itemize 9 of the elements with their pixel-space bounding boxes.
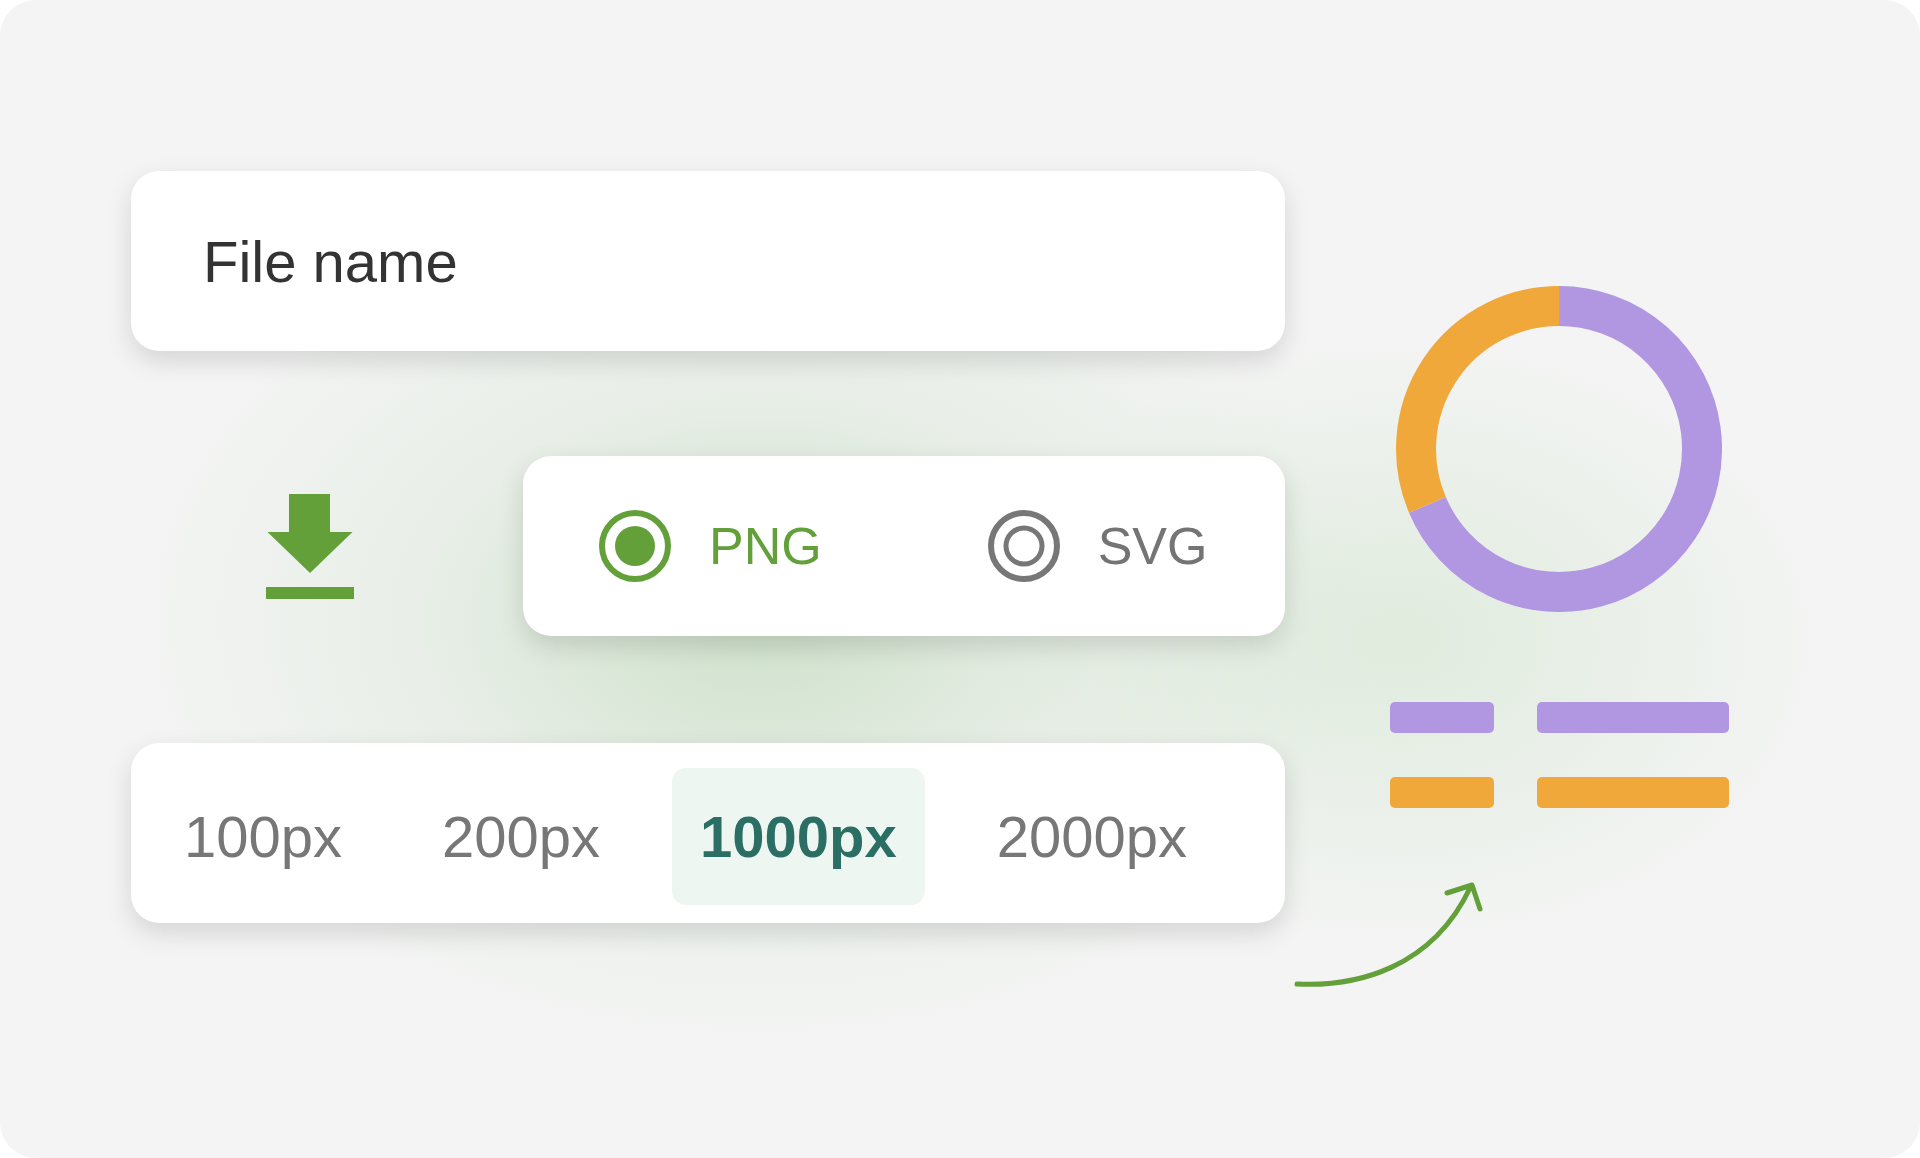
- size-option[interactable]: 1000px: [672, 767, 925, 905]
- curved-arrow-icon: [1292, 880, 1486, 990]
- file-name-field[interactable]: File name: [131, 171, 1285, 351]
- download-icon: [266, 493, 354, 599]
- format-option[interactable]: PNG: [599, 510, 822, 582]
- format-option[interactable]: SVG: [987, 510, 1208, 582]
- size-option[interactable]: 2000px: [968, 767, 1216, 905]
- size-option[interactable]: 100px: [156, 767, 371, 905]
- size-option[interactable]: 200px: [414, 767, 629, 905]
